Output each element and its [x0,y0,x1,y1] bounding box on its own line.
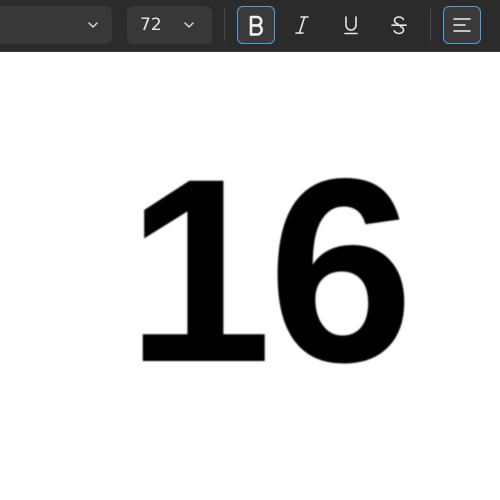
underline-icon [344,16,358,35]
formatting-toolbar: 72 [0,0,500,52]
underline-button[interactable] [332,6,370,44]
strikethrough-icon [391,16,407,35]
bold-icon [249,15,263,36]
toolbar-separator [430,9,431,41]
document-text[interactable]: 16 [0,140,500,402]
align-left-button[interactable] [443,6,481,44]
document-canvas[interactable]: 16 [0,52,500,500]
toolbar-separator [224,9,225,41]
font-size-value: 72 [140,15,162,35]
font-size-dropdown[interactable]: 72 [127,6,212,44]
font-family-dropdown[interactable] [0,6,112,44]
chevron-down-icon [88,22,98,28]
italic-button[interactable] [283,6,321,44]
italic-icon [295,16,309,34]
bold-button[interactable] [237,6,275,44]
strikethrough-button[interactable] [380,6,418,44]
chevron-down-icon [184,22,194,28]
align-left-icon [453,18,471,32]
